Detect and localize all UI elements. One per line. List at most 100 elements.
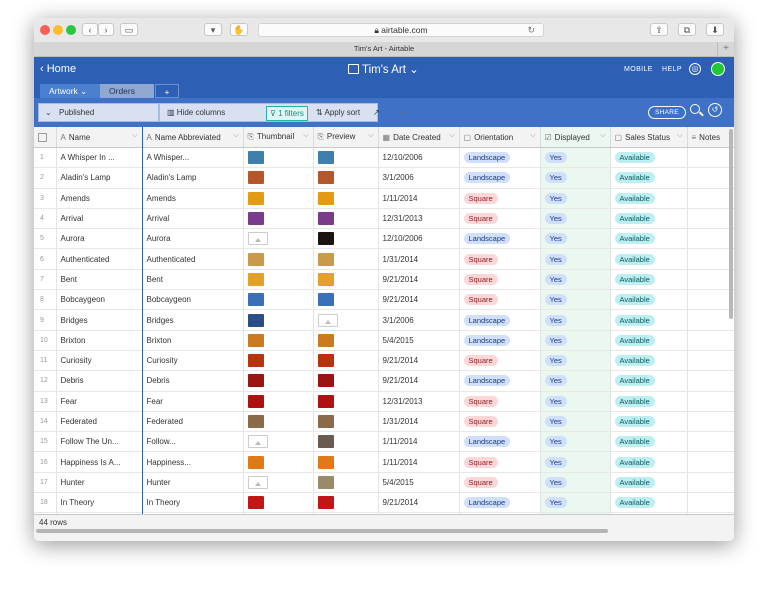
cell-preview[interactable] bbox=[313, 391, 379, 412]
view-switcher[interactable]: ⌄ Published bbox=[38, 103, 159, 122]
cell-name-abbreviated[interactable]: Bobcaygeon bbox=[142, 289, 244, 311]
image-thumbnail[interactable] bbox=[317, 354, 334, 368]
row-number[interactable]: 2 bbox=[34, 167, 57, 189]
cell-name[interactable]: Bobcaygeon bbox=[56, 289, 143, 311]
home-link[interactable]: ‹ Home bbox=[40, 63, 76, 75]
cell-thumbnail[interactable] bbox=[243, 472, 314, 494]
table-row[interactable]: 7 Bent Bent 9/21/2014 Square Yes Available bbox=[34, 269, 734, 291]
cell-notes[interactable] bbox=[687, 391, 734, 412]
vertical-scrollbar[interactable] bbox=[729, 129, 733, 319]
help-link[interactable]: HELP bbox=[662, 66, 682, 73]
cell-thumbnail[interactable] bbox=[243, 309, 314, 331]
cell-thumbnail[interactable] bbox=[243, 492, 314, 514]
table-tab-orders[interactable]: Orders bbox=[100, 84, 154, 98]
cell-date-created[interactable]: 9/21/2014 bbox=[378, 492, 460, 514]
share-view-icon[interactable]: ↗ bbox=[373, 106, 380, 119]
cell-notes[interactable] bbox=[687, 289, 734, 311]
image-thumbnail[interactable] bbox=[317, 475, 334, 489]
row-number[interactable]: 4 bbox=[34, 208, 57, 230]
placeholder-image-icon[interactable] bbox=[317, 313, 338, 327]
close-window-button[interactable] bbox=[40, 25, 50, 35]
chevron-down-icon[interactable]: ⌵ bbox=[303, 132, 308, 140]
column-header-notes[interactable]: ≡ Notes bbox=[687, 127, 734, 148]
cell-preview[interactable] bbox=[313, 208, 379, 230]
row-number[interactable]: 10 bbox=[34, 330, 57, 351]
cell-sales-status[interactable]: Available bbox=[610, 350, 688, 372]
column-header-orientation[interactable]: ▢ Orientation ⌵ bbox=[459, 127, 541, 148]
cell-thumbnail[interactable] bbox=[243, 350, 314, 372]
cell-preview[interactable] bbox=[313, 167, 379, 189]
cell-thumbnail[interactable] bbox=[243, 391, 314, 412]
cell-name[interactable]: Bent bbox=[56, 269, 143, 291]
image-thumbnail[interactable] bbox=[247, 191, 264, 205]
cell-sales-status[interactable]: Available bbox=[610, 147, 688, 169]
chevron-down-icon[interactable]: ⌵ bbox=[600, 132, 605, 140]
image-thumbnail[interactable] bbox=[317, 293, 334, 307]
search-icon[interactable] bbox=[690, 104, 700, 114]
tabs-overview-icon[interactable]: ⧉ bbox=[678, 23, 696, 36]
new-tab-button[interactable]: + bbox=[717, 42, 734, 56]
cell-date-created[interactable]: 9/21/2014 bbox=[378, 289, 460, 311]
history-icon[interactable]: ↺ bbox=[708, 103, 722, 117]
cell-date-created[interactable]: 1/11/2014 bbox=[378, 188, 460, 209]
cell-date-created[interactable]: 5/4/2015 bbox=[378, 330, 460, 351]
cell-sales-status[interactable]: Available bbox=[610, 248, 688, 270]
cell-orientation[interactable]: Landscape bbox=[459, 228, 541, 250]
image-thumbnail[interactable] bbox=[247, 252, 264, 266]
cell-orientation[interactable]: Square bbox=[459, 188, 541, 209]
table-row[interactable]: 12 Debris Debris 9/21/2014 Landscape Yes Avail… bbox=[34, 370, 734, 392]
cell-name[interactable]: Authenticated bbox=[56, 248, 143, 270]
cell-name[interactable]: Hunter bbox=[56, 472, 143, 494]
cell-name[interactable]: Follow The Un... bbox=[56, 431, 143, 453]
row-number[interactable]: 6 bbox=[34, 248, 57, 270]
cell-orientation[interactable]: Square bbox=[459, 208, 541, 230]
cell-date-created[interactable]: 1/31/2014 bbox=[378, 411, 460, 433]
more-options-icon[interactable]: ⋯ bbox=[396, 106, 404, 119]
table-row[interactable]: 11 Curiosity Curiosity 9/21/2014 Square Yes Av… bbox=[34, 350, 734, 372]
cell-sales-status[interactable]: Available bbox=[610, 370, 688, 392]
column-header-name-abbreviated[interactable]: A Name Abbreviated ⌵ bbox=[142, 127, 244, 148]
cell-displayed[interactable]: Yes bbox=[540, 309, 611, 331]
column-header-name[interactable]: A Name ⌵ bbox=[56, 127, 143, 148]
cell-orientation[interactable]: Square bbox=[459, 472, 541, 494]
image-thumbnail[interactable] bbox=[247, 496, 264, 510]
chevron-down-icon[interactable]: ⌵ bbox=[449, 132, 454, 140]
cell-preview[interactable] bbox=[313, 147, 379, 169]
cell-displayed[interactable]: Yes bbox=[540, 188, 611, 209]
image-thumbnail[interactable] bbox=[317, 333, 334, 347]
user-avatar[interactable] bbox=[711, 62, 725, 76]
cell-date-created[interactable]: 5/4/2015 bbox=[378, 472, 460, 494]
cell-name[interactable]: Federated bbox=[56, 411, 143, 433]
image-thumbnail[interactable] bbox=[317, 171, 334, 185]
globe-icon[interactable]: ◎ bbox=[689, 63, 701, 75]
table-row[interactable]: 14 Federated Federated 1/31/2014 Square Yes Av… bbox=[34, 411, 734, 433]
image-thumbnail[interactable] bbox=[247, 374, 264, 388]
cell-orientation[interactable]: Square bbox=[459, 248, 541, 270]
cell-preview[interactable] bbox=[313, 370, 379, 392]
cell-sales-status[interactable]: Available bbox=[610, 451, 688, 473]
cell-notes[interactable] bbox=[687, 147, 734, 169]
cell-orientation[interactable]: Landscape bbox=[459, 330, 541, 351]
cell-displayed[interactable]: Yes bbox=[540, 350, 611, 372]
placeholder-image-icon[interactable] bbox=[247, 435, 268, 449]
chevron-down-icon[interactable]: ⌵ bbox=[677, 132, 682, 140]
table-row[interactable]: 18 In Theory In Theory 9/21/2014 Landscape Ye… bbox=[34, 492, 734, 514]
cell-orientation[interactable]: Square bbox=[459, 411, 541, 433]
cell-preview[interactable] bbox=[313, 248, 379, 270]
cell-preview[interactable] bbox=[313, 309, 379, 331]
image-thumbnail[interactable] bbox=[247, 212, 264, 226]
cell-sales-status[interactable]: Available bbox=[610, 167, 688, 189]
cell-name-abbreviated[interactable]: A Whisper... bbox=[142, 147, 244, 169]
cell-displayed[interactable]: Yes bbox=[540, 289, 611, 311]
cell-thumbnail[interactable] bbox=[243, 147, 314, 169]
select-all-checkbox[interactable] bbox=[34, 127, 57, 148]
row-number[interactable]: 7 bbox=[34, 269, 57, 291]
cell-notes[interactable] bbox=[687, 350, 734, 372]
sidebar-icon[interactable]: ▭ bbox=[120, 23, 138, 36]
cell-orientation[interactable]: Square bbox=[459, 350, 541, 372]
cell-name-abbreviated[interactable]: Bent bbox=[142, 269, 244, 291]
cell-thumbnail[interactable] bbox=[243, 228, 314, 250]
cell-displayed[interactable]: Yes bbox=[540, 147, 611, 169]
reload-icon[interactable]: ↻ bbox=[527, 24, 535, 37]
cell-sales-status[interactable]: Available bbox=[610, 431, 688, 453]
